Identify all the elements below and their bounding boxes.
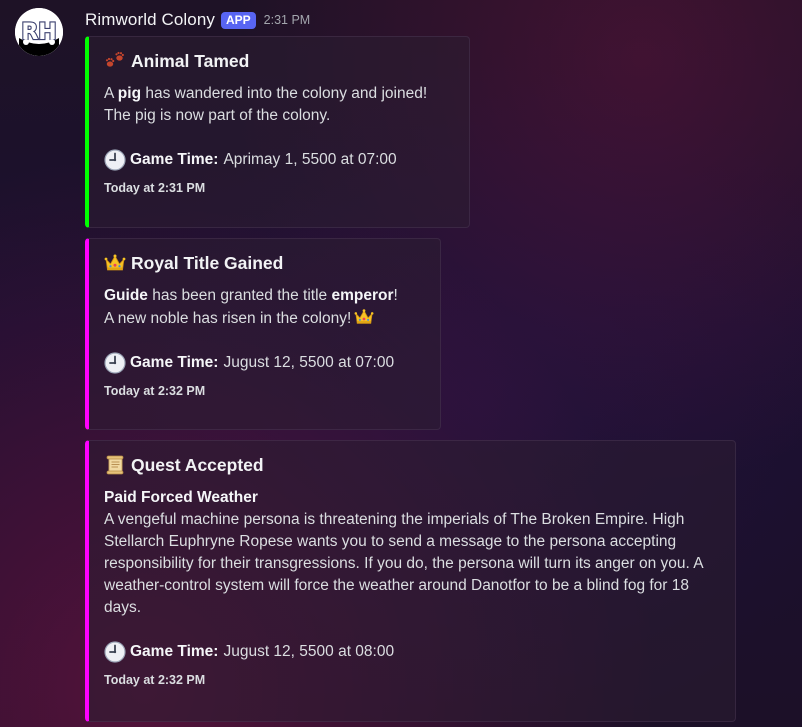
embed-description: Paid Forced Weather A vengeful machine p…	[104, 487, 719, 619]
game-time-value: Jugust 12, 5500 at 08:00	[223, 643, 395, 660]
desc-line2: A new noble has risen in the colony!	[104, 310, 352, 327]
desc-text: has been granted the title	[147, 287, 332, 304]
author-name[interactable]: Rimworld Colony	[85, 10, 215, 30]
clock-icon	[104, 641, 126, 663]
message-timestamp[interactable]: 2:31 PM	[264, 13, 311, 27]
quest-name: Paid Forced Weather	[104, 489, 258, 506]
embed-animal-tamed: Animal Tamed A pig has wandered into the…	[85, 36, 470, 228]
crown-icon	[354, 307, 374, 327]
game-time-label: Game Time:	[130, 643, 219, 660]
game-time-label: Game Time:	[130, 354, 219, 371]
embed-description: Guide has been granted the title emperor…	[104, 285, 424, 330]
clock-icon	[104, 149, 126, 171]
desc-bold: pig	[117, 85, 142, 102]
embed-title: Quest Accepted	[104, 453, 719, 477]
embed-quest-accepted: Quest Accepted Paid Forced Weather A ven…	[85, 440, 736, 722]
desc-text: A	[104, 85, 118, 102]
game-time-label: Game Time:	[130, 151, 219, 168]
game-time-row: Game Time: Jugust 12, 5500 at 07:00	[104, 352, 424, 374]
desc-text: has wandered into the colony and joined!	[141, 85, 428, 102]
embed-title-text: Animal Tamed	[131, 50, 250, 71]
paw-prints-icon	[104, 50, 126, 72]
rimworld-logo-icon: RH	[15, 8, 63, 56]
desc-line2: The pig is now part of the colony.	[104, 107, 331, 124]
message-header: Rimworld Colony APP 2:31 PM	[85, 8, 310, 32]
game-time-value: Aprimay 1, 5500 at 07:00	[223, 151, 397, 168]
embed-footer: Today at 2:32 PM	[104, 673, 206, 687]
desc-bold: emperor	[331, 287, 394, 304]
app-badge: APP	[220, 11, 256, 29]
embed-footer: Today at 2:31 PM	[104, 181, 206, 195]
desc-bold: Guide	[104, 287, 148, 304]
desc-text: !	[393, 287, 398, 304]
embed-royal-title: Royal Title Gained Guide has been grante…	[85, 238, 441, 430]
scroll-icon	[104, 454, 126, 476]
embed-title-text: Quest Accepted	[131, 454, 264, 475]
embed-title-text: Royal Title Gained	[131, 252, 284, 273]
embed-title: Royal Title Gained	[104, 251, 424, 275]
embed-footer: Today at 2:32 PM	[104, 384, 206, 398]
game-time-row: Game Time: Jugust 12, 5500 at 08:00	[104, 641, 719, 663]
embed-title: Animal Tamed	[104, 49, 453, 73]
clock-icon	[104, 352, 126, 374]
embed-description: A pig has wandered into the colony and j…	[104, 83, 453, 127]
quest-body: A vengeful machine persona is threatenin…	[104, 511, 703, 616]
game-time-value: Jugust 12, 5500 at 07:00	[223, 354, 395, 371]
bot-avatar[interactable]: RH	[15, 8, 63, 56]
game-time-row: Game Time: Aprimay 1, 5500 at 07:00	[104, 149, 453, 171]
crown-icon	[104, 252, 126, 274]
